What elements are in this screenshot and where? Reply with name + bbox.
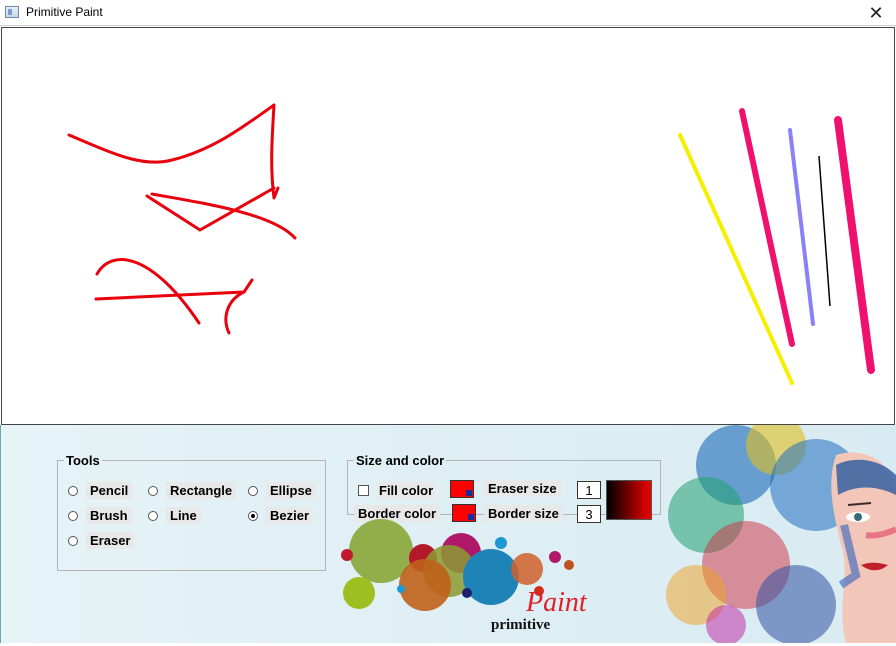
radio-dot-selected[interactable] [248,510,258,521]
tool-rectangle-radio[interactable]: Rectangle [148,482,237,499]
size-color-group: Size and color Fill color Border color E… [347,453,661,523]
window-title: Primitive Paint [26,5,103,19]
control-panel: Tools Pencil Rectangle Ellipse Brush Lin… [0,425,896,643]
tool-label: Rectangle [166,482,237,499]
logo-paint-text: Paint [526,587,587,618]
tool-eraser-radio[interactable]: Eraser [68,532,135,549]
tool-label: Pencil [86,482,133,499]
radio-dot[interactable] [248,485,258,496]
fill-color-checkbox[interactable]: Fill color [358,482,436,499]
thick-pink-line [834,116,875,374]
logo-bubbles [341,519,574,611]
radio-dot[interactable] [68,510,78,521]
tool-brush-radio[interactable]: Brush [68,507,132,524]
watercolor-portrait-art [666,425,896,643]
tools-legend: Tools [66,453,100,468]
eraser-size-input[interactable]: 1 [577,481,601,499]
drawing-canvas[interactable] [1,27,895,425]
tool-pencil-radio[interactable]: Pencil [68,482,133,499]
pink-line [739,108,795,347]
tool-line-radio[interactable]: Line [148,507,201,524]
title-bar: Primitive Paint ✕ [0,0,896,26]
tool-ellipse-radio[interactable]: Ellipse [248,482,316,499]
radio-dot[interactable] [148,485,158,496]
tool-bezier-radio[interactable]: Bezier [248,507,314,524]
size-color-legend: Size and color [356,453,445,468]
app-icon [5,6,19,18]
radio-dot[interactable] [68,485,78,496]
red-bezier-strokes [67,103,297,335]
close-icon[interactable]: ✕ [856,0,896,26]
tool-label: Ellipse [266,482,316,499]
logo: Paint primitive [331,513,591,641]
checkbox-box[interactable] [358,485,369,496]
radio-dot[interactable] [68,535,78,546]
fill-color-swatch[interactable] [450,480,474,498]
tools-group: Tools Pencil Rectangle Ellipse Brush Lin… [57,453,326,571]
color-gradient-preview [606,480,652,520]
tool-label: Eraser [86,532,135,549]
canvas-strokes [67,103,875,385]
black-line [818,155,831,307]
eraser-size-label: Eraser size [484,480,561,497]
tool-label: Brush [86,507,132,524]
tool-label: Line [166,507,201,524]
radio-dot[interactable] [148,510,158,521]
fill-color-label: Fill color [377,482,436,499]
tool-label: Bezier [266,507,314,524]
lavender-line [788,128,815,326]
logo-primitive-text: primitive [491,617,551,633]
